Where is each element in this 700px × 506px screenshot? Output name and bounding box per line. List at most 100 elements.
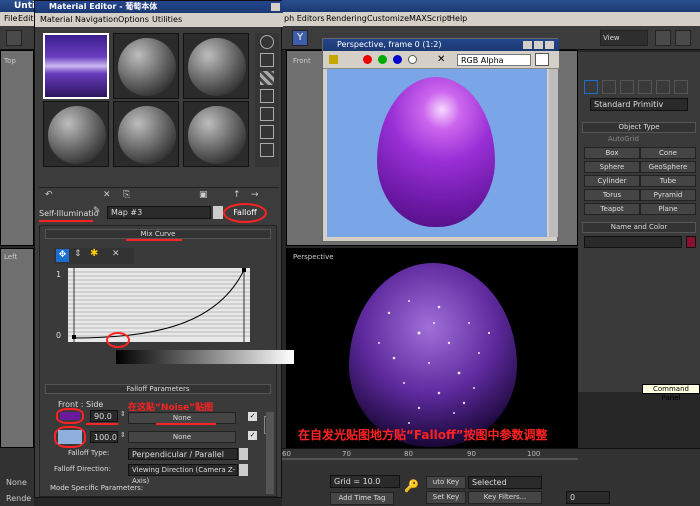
front-amount-spinner[interactable]: ⇕ — [120, 410, 126, 418]
sample-type-icon[interactable] — [260, 35, 274, 49]
material-slot-4[interactable] — [43, 101, 109, 167]
material-slot-1[interactable] — [43, 33, 109, 99]
clear-icon[interactable]: ✕ — [437, 54, 445, 65]
side-color-swatch[interactable] — [58, 430, 82, 444]
material-slot-2[interactable] — [113, 33, 179, 99]
front-map-checkbox[interactable]: ✓ — [248, 412, 257, 421]
make-preview-icon[interactable] — [260, 125, 274, 139]
copy-icon[interactable]: ⎘ — [123, 190, 130, 200]
scale-point-icon[interactable]: ⇕ — [74, 249, 82, 259]
falloff-direction-dropdown[interactable]: Viewing Direction (Camera Z-Axis) — [128, 464, 238, 485]
me-menu-options[interactable]: Options — [118, 13, 149, 27]
key-icon[interactable]: 🔑 — [404, 479, 419, 493]
menu-graph-editors[interactable]: ph Editors — [284, 12, 325, 26]
toolbar-icon-b[interactable] — [675, 30, 691, 46]
backlight-icon[interactable] — [260, 53, 274, 67]
box-button[interactable]: Box — [584, 147, 640, 159]
minimize-icon[interactable] — [523, 41, 532, 49]
background-icon[interactable] — [260, 71, 274, 85]
delete-icon[interactable]: ✕ — [103, 190, 111, 200]
plane-button[interactable]: Plane — [640, 203, 696, 215]
autogrid-label[interactable]: AutoGrid — [608, 135, 639, 143]
falloff-parameters-rollout[interactable]: Falloff Parameters — [45, 384, 271, 394]
object-type-rollout[interactable]: Object Type — [582, 122, 696, 133]
me-menu-navigation[interactable]: Navigation — [75, 13, 118, 27]
save-image-icon[interactable] — [329, 55, 338, 64]
current-frame-field[interactable]: 0 — [566, 491, 610, 504]
maximize-icon[interactable] — [534, 41, 543, 49]
move-point-icon[interactable]: ✥ — [56, 249, 69, 262]
object-name-field[interactable] — [584, 236, 682, 248]
lights-icon[interactable] — [638, 80, 652, 94]
viewport-perspective[interactable]: Perspective — [286, 248, 578, 448]
auto-key-button[interactable]: uto Key — [426, 476, 466, 489]
add-point-icon[interactable]: ✱ — [90, 248, 98, 259]
menu-edit[interactable]: Edit — [18, 12, 34, 26]
pyramid-button[interactable]: Pyramid — [640, 189, 696, 201]
object-color-swatch[interactable] — [686, 236, 696, 248]
name-and-color-rollout[interactable]: Name and Color — [582, 222, 696, 233]
video-color-check-icon[interactable] — [260, 107, 274, 121]
toolbar-icon-a[interactable] — [655, 30, 671, 46]
sphere-button[interactable]: Sphere — [584, 161, 640, 173]
uv-tiling-icon[interactable] — [260, 89, 274, 103]
falloff-type-dropdown[interactable]: Perpendicular / Parallel — [128, 448, 238, 460]
falloff-type-arrow[interactable] — [239, 448, 248, 460]
menu-help[interactable]: Help — [449, 12, 467, 26]
helpers-icon[interactable] — [674, 80, 688, 94]
viewport-left[interactable]: Left — [0, 248, 34, 448]
me-menu-utilities[interactable]: Utilities — [152, 13, 182, 27]
view-dropdown[interactable]: View — [600, 30, 648, 46]
front-color-swatch[interactable] — [60, 412, 80, 420]
selected-dropdown[interactable]: Selected — [468, 476, 542, 489]
menu-file[interactable]: File — [4, 12, 17, 26]
close-icon[interactable] — [545, 41, 554, 49]
side-map-checkbox[interactable]: ✓ — [248, 431, 257, 440]
color-swatch[interactable] — [535, 53, 549, 66]
geometry-icon[interactable] — [602, 80, 616, 94]
green-channel-icon[interactable] — [378, 55, 387, 64]
pick-icon[interactable]: ✎ — [93, 206, 101, 216]
rendered-frame-scrollbar[interactable] — [549, 69, 558, 237]
falloff-direction-arrow[interactable] — [239, 464, 248, 476]
panel-scrollbar[interactable] — [266, 412, 274, 494]
geosphere-button[interactable]: GeoSphere — [640, 161, 696, 173]
get-material-icon[interactable]: ↶ — [45, 190, 53, 200]
delete-point-icon[interactable]: ✕ — [112, 249, 120, 259]
red-channel-icon[interactable] — [363, 55, 372, 64]
me-menu-material[interactable]: Material — [40, 13, 73, 27]
side-map-button[interactable]: None — [128, 431, 236, 443]
material-slot-3[interactable] — [183, 33, 249, 99]
blue-channel-icon[interactable] — [393, 55, 402, 64]
go-forward-icon[interactable]: → — [251, 190, 259, 200]
select-tool-icon[interactable] — [6, 30, 22, 46]
key-filters-button[interactable]: Key Filters... — [468, 491, 542, 504]
cylinder-button[interactable]: Cylinder — [584, 175, 640, 187]
side-amount-field[interactable]: 100.0 — [90, 431, 118, 443]
menu-maxscript[interactable]: MAXScript — [409, 12, 450, 26]
side-amount-spinner[interactable]: ⇕ — [120, 431, 126, 439]
add-time-tag-button[interactable]: Add Time Tag — [330, 492, 394, 505]
channel-dropdown[interactable]: RGB Alpha — [457, 54, 531, 66]
shapes-icon[interactable] — [620, 80, 634, 94]
mix-curve-rollout[interactable]: Mix Curve — [45, 229, 271, 239]
options-icon[interactable] — [260, 143, 274, 157]
cone-button[interactable]: Cone — [640, 147, 696, 159]
create-tab-icon[interactable] — [584, 80, 598, 94]
tube-button[interactable]: Tube — [640, 175, 696, 187]
primitive-type-dropdown[interactable]: Standard Primitiv — [590, 98, 688, 111]
material-slot-6[interactable] — [183, 101, 249, 167]
material-slot-5[interactable] — [113, 101, 179, 167]
viewport-top[interactable]: Top — [0, 50, 34, 246]
teapot-button[interactable]: Teapot — [584, 203, 640, 215]
map-name-dropdown-arrow[interactable] — [213, 206, 223, 219]
map-type-button[interactable]: Falloff — [223, 203, 267, 223]
torus-button[interactable]: Torus — [584, 189, 640, 201]
map-name-field[interactable]: Map #3 — [107, 206, 211, 219]
mode-specific-rollout[interactable]: Mode Specific Parameters: — [50, 484, 143, 492]
menu-customize[interactable]: Customize — [367, 12, 409, 26]
mix-curve-graph[interactable] — [68, 268, 250, 342]
show-map-icon[interactable]: ▣ — [199, 190, 208, 200]
alpha-channel-icon[interactable] — [408, 55, 417, 64]
menu-rendering[interactable]: Rendering — [326, 12, 367, 26]
